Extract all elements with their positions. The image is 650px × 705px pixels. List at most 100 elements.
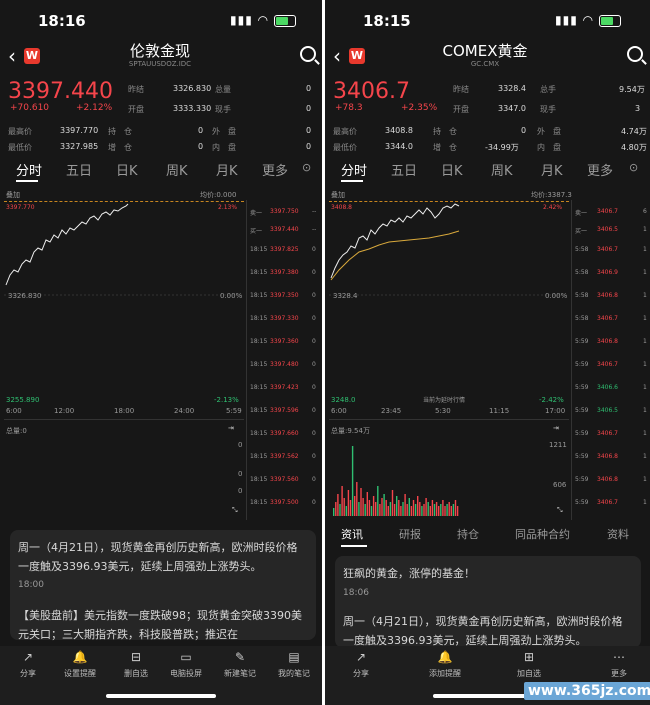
search-icon[interactable] — [627, 46, 643, 62]
tab-5[interactable]: 更多 — [262, 160, 288, 179]
tab-0[interactable]: 分时 — [341, 160, 367, 179]
tick-time: 5:59 — [575, 453, 589, 460]
bottom-btn-0[interactable]: 分享 — [4, 668, 52, 679]
bottom-icon-0[interactable]: ↗ — [10, 650, 46, 664]
subtab-4[interactable]: 资料 — [607, 526, 629, 542]
news-time: 18:00 — [18, 580, 44, 590]
home-indicator — [106, 694, 216, 698]
bottom-icon-0[interactable]: ↗ — [343, 650, 379, 664]
tab-1[interactable]: 五日 — [391, 160, 417, 179]
bottom-icon-1[interactable]: 🔔 — [62, 650, 98, 664]
stat-value: 0 — [306, 84, 312, 93]
news-text-2: 【美股盘前】美元指数一度跌破98；现货黄金突破3390美元关口；三大期指齐跌，科… — [18, 609, 302, 641]
bottom-icon-4[interactable]: ✎ — [222, 650, 258, 664]
bottom-icon-2[interactable]: ⊞ — [511, 650, 547, 664]
stat-value: 0 — [306, 104, 312, 113]
bottom-icon-3[interactable]: ⋯ — [601, 650, 637, 664]
divider — [4, 419, 244, 420]
tick-time: 18:15 — [250, 292, 268, 299]
avg-price-label: 均价:3387.3 — [531, 191, 572, 199]
tick-price: 3397.423 — [270, 384, 299, 391]
tick-time: 5:59 — [575, 430, 589, 437]
bottom-icon-5[interactable]: ▤ — [276, 650, 312, 664]
volume-bar — [351, 446, 354, 516]
bottom-icon-1[interactable]: 🔔 — [427, 650, 463, 664]
stat-label: 内 盘 — [212, 143, 236, 152]
tick-size: 0 — [312, 476, 316, 483]
intraday-chart[interactable] — [329, 200, 569, 410]
tab-4[interactable]: 月K — [216, 160, 238, 179]
volume-bar — [417, 496, 419, 516]
settings-icon[interactable]: ⊙ — [302, 161, 311, 174]
chart-mid: 3326.830 — [8, 292, 42, 300]
tick-price: 3397.480 — [270, 361, 299, 368]
tick-size: 0 — [312, 430, 316, 437]
bottom-btn-0[interactable]: 分享 — [337, 668, 385, 679]
subtab-3[interactable]: 同品种合约 — [515, 526, 570, 542]
tick-price: 3397.560 — [270, 476, 299, 483]
volume-bar — [385, 500, 387, 516]
fullscreen-icon[interactable]: ⤡ — [232, 506, 238, 515]
fullscreen-icon[interactable]: ⤡ — [557, 506, 563, 515]
volume-bar — [456, 506, 459, 516]
expand-icon[interactable]: ⇥ — [553, 424, 559, 432]
subtab-2[interactable]: 持仓 — [457, 526, 479, 542]
tick-price: 3397.660 — [270, 430, 299, 437]
bid-ask-size: -- — [312, 208, 317, 215]
bottom-icon-2[interactable]: ⊟ — [118, 650, 154, 664]
volume-bar — [402, 502, 404, 516]
back-icon[interactable]: ‹ — [333, 44, 341, 68]
volume-bar — [408, 498, 410, 516]
tick-price: 3406.8 — [597, 453, 618, 460]
tab-1[interactable]: 五日 — [66, 160, 92, 179]
volume-bar — [375, 502, 377, 516]
tick-price: 3406.7 — [597, 246, 618, 253]
left-screen: 18:16 ▮▮▮ ◠ ‹ W 伦敦金现 SPTAUUSDOZ.IDC 3397… — [0, 0, 322, 705]
tick-size: 1 — [643, 430, 647, 437]
volume-bar — [360, 488, 362, 516]
tab-3[interactable]: 周K — [166, 160, 188, 179]
bottom-btn-3[interactable]: 电脑投屏 — [162, 668, 210, 679]
back-icon[interactable]: ‹ — [8, 44, 16, 68]
tick-size: 0 — [312, 315, 316, 322]
status-icons: ▮▮▮ ◠ — [555, 13, 621, 27]
search-icon[interactable] — [300, 46, 316, 62]
tab-0[interactable]: 分时 — [16, 160, 42, 179]
watermark: www.365jz.com — [524, 682, 650, 700]
bottom-btn-4[interactable]: 新建笔记 — [216, 668, 264, 679]
bottom-btn-5[interactable]: 我的笔记 — [270, 668, 318, 679]
stat-value: 0 — [198, 126, 204, 135]
overlay-label[interactable]: 叠加 — [331, 190, 345, 200]
bid-ask-price: 3397.440 — [270, 226, 299, 233]
vol-tick: 0 — [238, 470, 243, 478]
bottom-btn-2[interactable]: 删自选 — [112, 668, 160, 679]
tab-4[interactable]: 月K — [541, 160, 563, 179]
subtab-0[interactable]: 资讯 — [341, 526, 363, 542]
bottom-btn-3[interactable]: 更多 — [595, 668, 643, 679]
tab-2[interactable]: 日K — [116, 160, 138, 179]
bottom-btn-2[interactable]: 加自选 — [505, 668, 553, 679]
tab-3[interactable]: 周K — [491, 160, 513, 179]
bottom-btn-1[interactable]: 设置提醒 — [56, 668, 104, 679]
subtab-1[interactable]: 研报 — [399, 526, 421, 542]
tick-price: 3406.8 — [597, 292, 618, 299]
volume-bar — [383, 494, 385, 516]
tick-time: 5:58 — [575, 246, 589, 253]
overlay-label[interactable]: 叠加 — [6, 190, 20, 200]
volume-bar — [333, 508, 335, 516]
active-tab-underline — [16, 180, 38, 182]
tab-5[interactable]: 更多 — [587, 160, 613, 179]
intraday-chart[interactable] — [4, 200, 244, 410]
settings-icon[interactable]: ⊙ — [629, 161, 638, 174]
tick-size: 1 — [643, 384, 647, 391]
divider — [571, 200, 572, 520]
bottom-icon-3[interactable]: ▭ — [168, 650, 204, 664]
tick-time: 18:15 — [250, 407, 268, 414]
expand-icon[interactable]: ⇥ — [228, 424, 234, 432]
bottom-btn-1[interactable]: 添加提醒 — [421, 668, 469, 679]
volume-bars — [333, 446, 459, 516]
tab-2[interactable]: 日K — [441, 160, 463, 179]
stat-label: 开盘 — [453, 105, 469, 114]
stat-value: 4.74万 — [621, 127, 647, 136]
stat-label: 外 盘 — [212, 127, 236, 136]
